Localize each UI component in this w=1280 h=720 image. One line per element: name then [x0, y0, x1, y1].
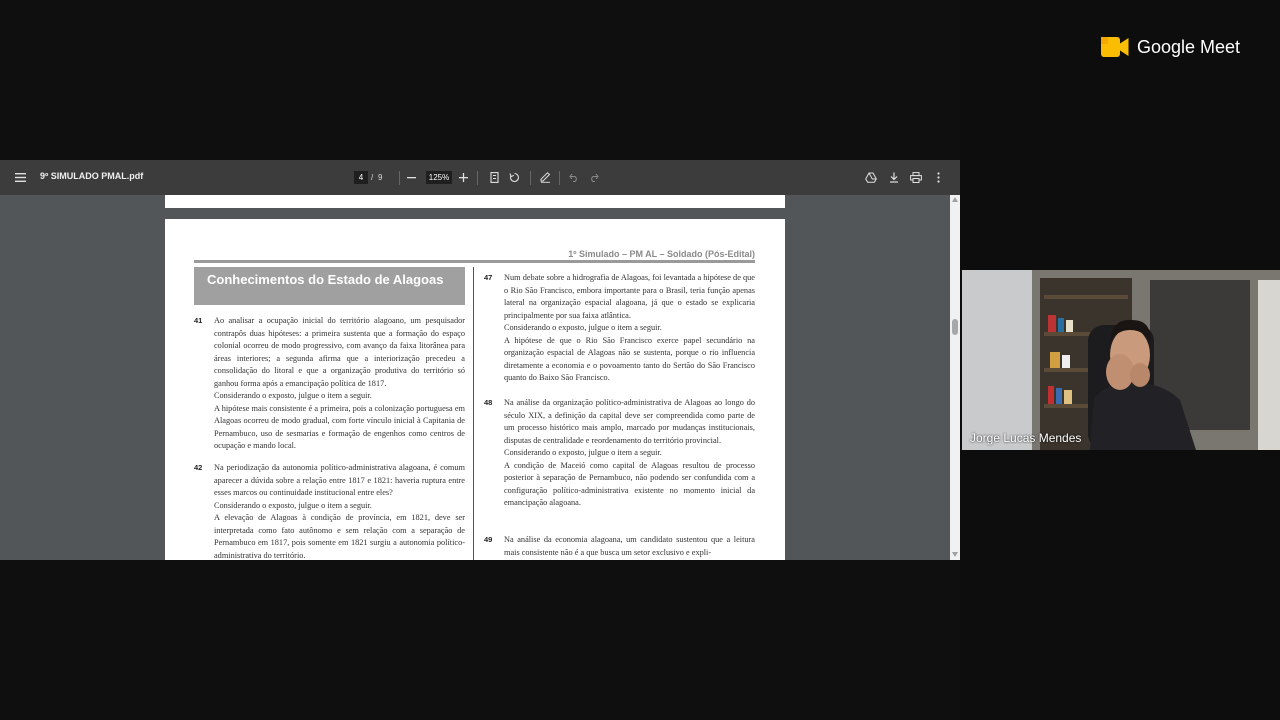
question-number: 42 — [194, 463, 203, 472]
question-49: 49 Na análise da economia alagoana, um c… — [484, 534, 755, 559]
redo-icon[interactable] — [586, 169, 602, 185]
drive-add-icon[interactable] — [863, 169, 879, 185]
question-text: Na análise da economia alagoana, um cand… — [504, 535, 755, 557]
download-icon[interactable] — [886, 169, 902, 185]
more-options-icon[interactable] — [930, 169, 946, 185]
page-total: 9 — [378, 173, 383, 182]
meet-brand: Google Meet — [1137, 36, 1241, 57]
question-item: A elevação de Alagoas à condição de prov… — [214, 513, 465, 560]
question-41: 41 Ao analisar a ocupação inicial do ter… — [194, 315, 465, 453]
menu-icon[interactable] — [12, 169, 28, 185]
question-number: 47 — [484, 273, 493, 282]
question-instruction: Considerando o exposto, julgue o item a … — [214, 500, 372, 510]
toolbar-divider — [559, 171, 560, 185]
question-text: Ao analisar a ocupação inicial do territ… — [214, 316, 465, 388]
question-47: 47 Num debate sobre a hidrografia de Ala… — [484, 272, 755, 385]
pdf-page: 1º Simulado – PM AL – Soldado (Pós-Edita… — [165, 219, 785, 560]
toolbar-divider — [399, 171, 400, 185]
question-text: Num debate sobre a hidrografia de Alagoa… — [504, 273, 755, 320]
viewer-scrollbar[interactable] — [950, 195, 960, 560]
question-number: 41 — [194, 316, 203, 325]
question-text: Na análise da organização político-admin… — [504, 398, 755, 445]
page-number-input[interactable]: 4 — [354, 171, 368, 184]
toolbar-divider — [477, 171, 478, 185]
toolbar-divider — [530, 171, 531, 185]
page-header: 1º Simulado – PM AL – Soldado (Pós-Edita… — [568, 249, 755, 259]
zoom-level-input[interactable]: 125% — [426, 171, 452, 184]
meet-camera-icon — [1101, 37, 1129, 57]
participant-video-tile[interactable]: Jorge Lucas Mendes — [962, 270, 1280, 450]
question-instruction: Considerando o exposto, julgue o item a … — [214, 391, 372, 400]
question-item: A hipótese de que o Rio São Francisco ex… — [504, 335, 755, 383]
column-divider — [473, 267, 474, 560]
question-42: 42 Na periodização da autonomia político… — [194, 462, 465, 560]
question-text: Na periodização da autonomia político-ad… — [214, 463, 465, 497]
question-instruction: Considerando o exposto, julgue o item a … — [504, 448, 662, 457]
header-rule — [194, 260, 755, 263]
zoom-in-button[interactable] — [455, 169, 471, 185]
question-number: 48 — [484, 398, 493, 407]
scrollbar-thumb[interactable] — [952, 319, 958, 335]
previous-page — [165, 195, 785, 208]
annotate-icon[interactable] — [537, 169, 553, 185]
question-instruction: Considerando o exposto, julgue o item a … — [504, 323, 662, 332]
section-title: Conhecimentos do Estado de Alagoas — [194, 267, 465, 305]
meet-logo: Google Meet — [1101, 36, 1240, 58]
page-separator: / — [371, 173, 374, 182]
print-icon[interactable] — [908, 169, 924, 185]
participant-name: Jorge Lucas Mendes — [970, 431, 1082, 445]
scroll-down-icon[interactable] — [952, 552, 958, 557]
undo-icon[interactable] — [566, 169, 582, 185]
pdf-toolbar: 9º SIMULADO PMAL.pdf — [0, 160, 960, 195]
rotate-icon[interactable] — [506, 169, 522, 185]
pdf-viewer[interactable]: 1º Simulado – PM AL – Soldado (Pós-Edita… — [0, 195, 960, 560]
question-48: 48 Na análise da organização político-ad… — [484, 397, 755, 510]
scroll-up-icon[interactable] — [952, 197, 958, 202]
participant-video — [962, 270, 1280, 450]
document-title: 9º SIMULADO PMAL.pdf — [40, 171, 144, 181]
question-item: A condição de Maceió como capital de Ala… — [504, 460, 755, 508]
question-number: 49 — [484, 535, 493, 544]
zoom-out-button[interactable] — [403, 169, 419, 185]
fit-page-icon[interactable] — [486, 169, 502, 185]
question-item: A hipótese mais consistente é a primeira… — [214, 403, 465, 451]
